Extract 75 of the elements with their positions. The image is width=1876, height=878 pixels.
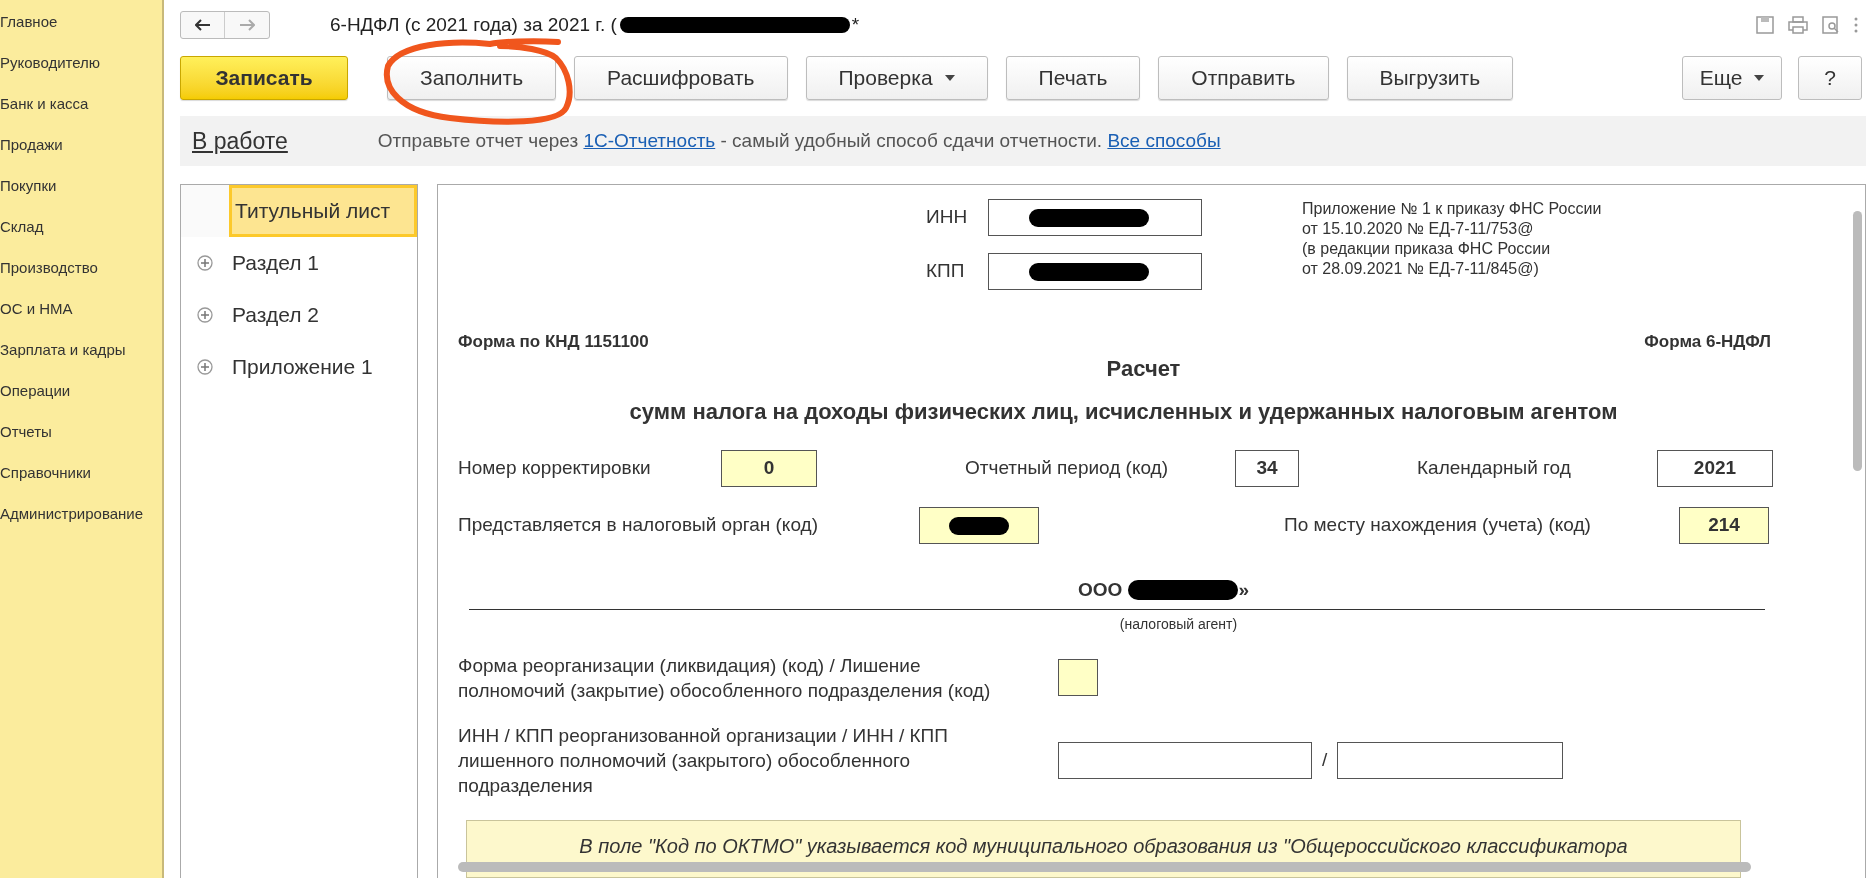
help-button[interactable]: ? — [1798, 56, 1862, 100]
status-link[interactable]: В работе — [192, 123, 288, 159]
print-icon[interactable] — [1788, 16, 1808, 34]
field-label: ИНН — [926, 205, 969, 230]
appendix-note: (в редакции приказа ФНС России — [1302, 239, 1552, 259]
field-label: Календарный год — [1417, 456, 1572, 481]
sidebar-item[interactable]: Покупки — [0, 166, 162, 207]
sidebar-item[interactable]: Продажи — [0, 125, 162, 166]
toolbar-button[interactable]: Расшифровать — [574, 56, 788, 100]
sidebar-item[interactable]: Отчеты — [0, 412, 162, 453]
back-arrow-icon — [194, 19, 211, 31]
save-icon[interactable] — [1756, 16, 1774, 34]
toolbar-button[interactable]: Выгрузить — [1346, 56, 1514, 100]
field-caption: (налоговый агент) — [1119, 614, 1238, 634]
agent-name: ООО » — [1078, 578, 1249, 603]
expand-icon[interactable] — [197, 359, 213, 375]
field-label: КПП — [926, 259, 966, 284]
sidebar-item[interactable]: Администрирование — [0, 494, 162, 535]
appendix-note: от 15.10.2020 № ЕД-7-11/753@ — [1302, 219, 1535, 239]
horizontal-scrollbar[interactable] — [458, 862, 1751, 872]
all-methods-link[interactable]: Все способы — [1107, 129, 1221, 151]
appendix-note: от 28.09.2021 № ЕД-7-11/845@) — [1302, 259, 1540, 279]
form-field[interactable]: 0 — [721, 450, 817, 488]
forward-arrow-icon — [239, 19, 255, 31]
modified-mark: * — [851, 12, 860, 37]
caret-icon — [1754, 75, 1765, 81]
sidebar-item[interactable]: ОС и НМА — [0, 289, 162, 330]
sidebar-item[interactable]: Главное — [0, 2, 162, 43]
sidebar-item[interactable]: Операции — [0, 371, 162, 412]
separator-text: / — [1322, 747, 1328, 772]
report-subtitle: сумм налога на доходы физических лиц, исчисленных и удержанных налоговым агентом — [629, 398, 1618, 427]
expand-icon[interactable] — [197, 307, 213, 323]
toolbar-button[interactable]: Заполнить — [387, 56, 557, 100]
form-field[interactable]: 2021 — [1657, 450, 1773, 488]
form-field[interactable] — [1337, 741, 1564, 779]
tree-item[interactable]: Раздел 2 — [229, 289, 417, 341]
toolbar-button[interactable]: Печать — [1005, 56, 1141, 100]
reporting-link[interactable]: 1С-Отчетность — [583, 129, 716, 151]
field-label: Представляется в налоговый орган (код) — [458, 513, 819, 538]
sidebar-item[interactable]: Зарплата и кадры — [0, 330, 162, 371]
expand-icon[interactable] — [197, 255, 213, 271]
sidebar-item[interactable]: Производство — [0, 248, 162, 289]
toolbar-button[interactable]: Отправить — [1158, 56, 1329, 100]
field-label: Форма реорганизации (ликвидация) (код) / Лишение полномочий (закрытие) обособленного подразделения (код) — [458, 653, 992, 703]
tree-item[interactable]: Титульный лист — [229, 185, 417, 237]
field-label: ИНН / КПП реорганизованной организации / ИНН / КПП лишенного полномочий (закрытого) обособленного подразделения — [458, 723, 949, 798]
info-message: Отправьте отчет через 1С-Отчетность - самый удобный способ сдачи отчетности. Все способы — [377, 128, 1221, 153]
form-field[interactable] — [988, 199, 1202, 236]
more-icon[interactable] — [1854, 17, 1858, 33]
toolbar-button[interactable]: Записать — [180, 56, 348, 100]
dropdown-button[interactable]: Проверка — [805, 56, 988, 100]
form-field[interactable] — [919, 507, 1039, 545]
sidebar-item[interactable]: Справочники — [0, 453, 162, 494]
form-field[interactable] — [988, 253, 1202, 290]
form-field[interactable]: 34 — [1235, 450, 1299, 488]
more-button[interactable]: Еще — [1682, 56, 1782, 100]
appendix-note: Приложение № 1 к приказу ФНС России — [1302, 199, 1602, 219]
window-title: 6-НДФЛ (с 2021 года) за 2021 г. ( — [330, 12, 617, 37]
field-label: По месту нахождения (учета) (код) — [1284, 513, 1592, 538]
form-field[interactable] — [1058, 741, 1312, 779]
sidebar-item[interactable]: Банк и касса — [0, 84, 162, 125]
sidebar-item[interactable]: Склад — [0, 207, 162, 248]
sidebar-item[interactable]: Руководителю — [0, 43, 162, 84]
form-field[interactable] — [1058, 659, 1098, 697]
caret-icon — [944, 75, 955, 81]
preview-icon[interactable] — [1822, 16, 1840, 34]
form-name: Форма 6-НДФЛ — [1644, 330, 1771, 353]
form-field[interactable]: 214 — [1679, 507, 1769, 545]
tree-item[interactable]: Раздел 1 — [229, 237, 417, 289]
knd-code: Форма по КНД 1151100 — [458, 330, 649, 353]
field-label: Номер корректировки — [458, 456, 652, 481]
report-title: Расчет — [1106, 355, 1181, 384]
tree-item[interactable]: Приложение 1 — [229, 341, 417, 393]
field-label: Отчетный период (код) — [965, 456, 1170, 481]
redaction-mark — [949, 516, 1009, 535]
